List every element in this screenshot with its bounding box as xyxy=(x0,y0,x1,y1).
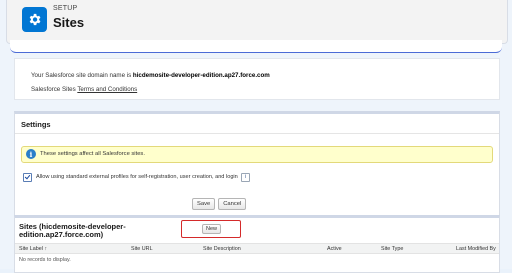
settings-buttons: Save Cancel xyxy=(192,198,247,210)
column-site-type[interactable]: Site Type xyxy=(381,246,403,252)
domain-info-text: Your Salesforce site domain name is hicd… xyxy=(31,72,270,79)
divider xyxy=(15,133,499,134)
domain-prefix: Your Salesforce site domain name is xyxy=(31,72,133,79)
table-header: Site Label ↑ Site URL Site Description A… xyxy=(15,243,499,254)
domain-info-panel: Your Salesforce site domain name is hicd… xyxy=(14,58,500,100)
banner-divider xyxy=(10,40,502,53)
column-site-url[interactable]: Site URL xyxy=(131,246,153,252)
cancel-button[interactable]: Cancel xyxy=(218,198,247,210)
settings-panel: Settings i These settings affect all Sal… xyxy=(14,111,500,216)
terms-line: Salesforce Sites Terms and Conditions xyxy=(31,86,137,93)
column-last-modified-by[interactable]: Last Modified By xyxy=(456,246,496,252)
settings-title: Settings xyxy=(21,120,51,129)
page: SETUP Sites Your Salesforce site domain … xyxy=(0,0,512,273)
external-profiles-label: Allow using standard external profiles f… xyxy=(36,174,238,180)
help-icon[interactable]: i xyxy=(240,172,250,182)
new-site-button[interactable]: New xyxy=(202,224,222,234)
save-button[interactable]: Save xyxy=(192,198,216,210)
sites-list-panel: Sites (hicdemosite-developer-edition.ap2… xyxy=(14,215,500,273)
info-message-text: These settings affect all Salesforce sit… xyxy=(40,151,145,157)
header-eyebrow: SETUP xyxy=(53,5,78,12)
column-active[interactable]: Active xyxy=(327,246,342,252)
page-header: SETUP Sites xyxy=(6,0,508,44)
external-profiles-setting: Allow using standard external profiles f… xyxy=(23,172,250,182)
terms-link[interactable]: Terms and Conditions xyxy=(77,86,137,93)
site-domain: hicdemosite-developer-edition.ap27.force… xyxy=(132,72,270,79)
external-profiles-checkbox[interactable] xyxy=(23,172,32,182)
gear-icon xyxy=(22,7,47,32)
column-site-description[interactable]: Site Description xyxy=(203,246,241,252)
info-message: i These settings affect all Salesforce s… xyxy=(21,146,493,163)
column-site-label[interactable]: Site Label ↑ xyxy=(19,246,47,252)
page-title: Sites xyxy=(53,15,85,30)
empty-state-text: No records to display. xyxy=(19,257,71,263)
terms-prefix: Salesforce Sites xyxy=(31,86,78,93)
new-button-highlight: New xyxy=(181,220,241,238)
sites-list-title: Sites (hicdemosite-developer-edition.ap2… xyxy=(19,222,126,239)
info-icon: i xyxy=(26,149,36,159)
